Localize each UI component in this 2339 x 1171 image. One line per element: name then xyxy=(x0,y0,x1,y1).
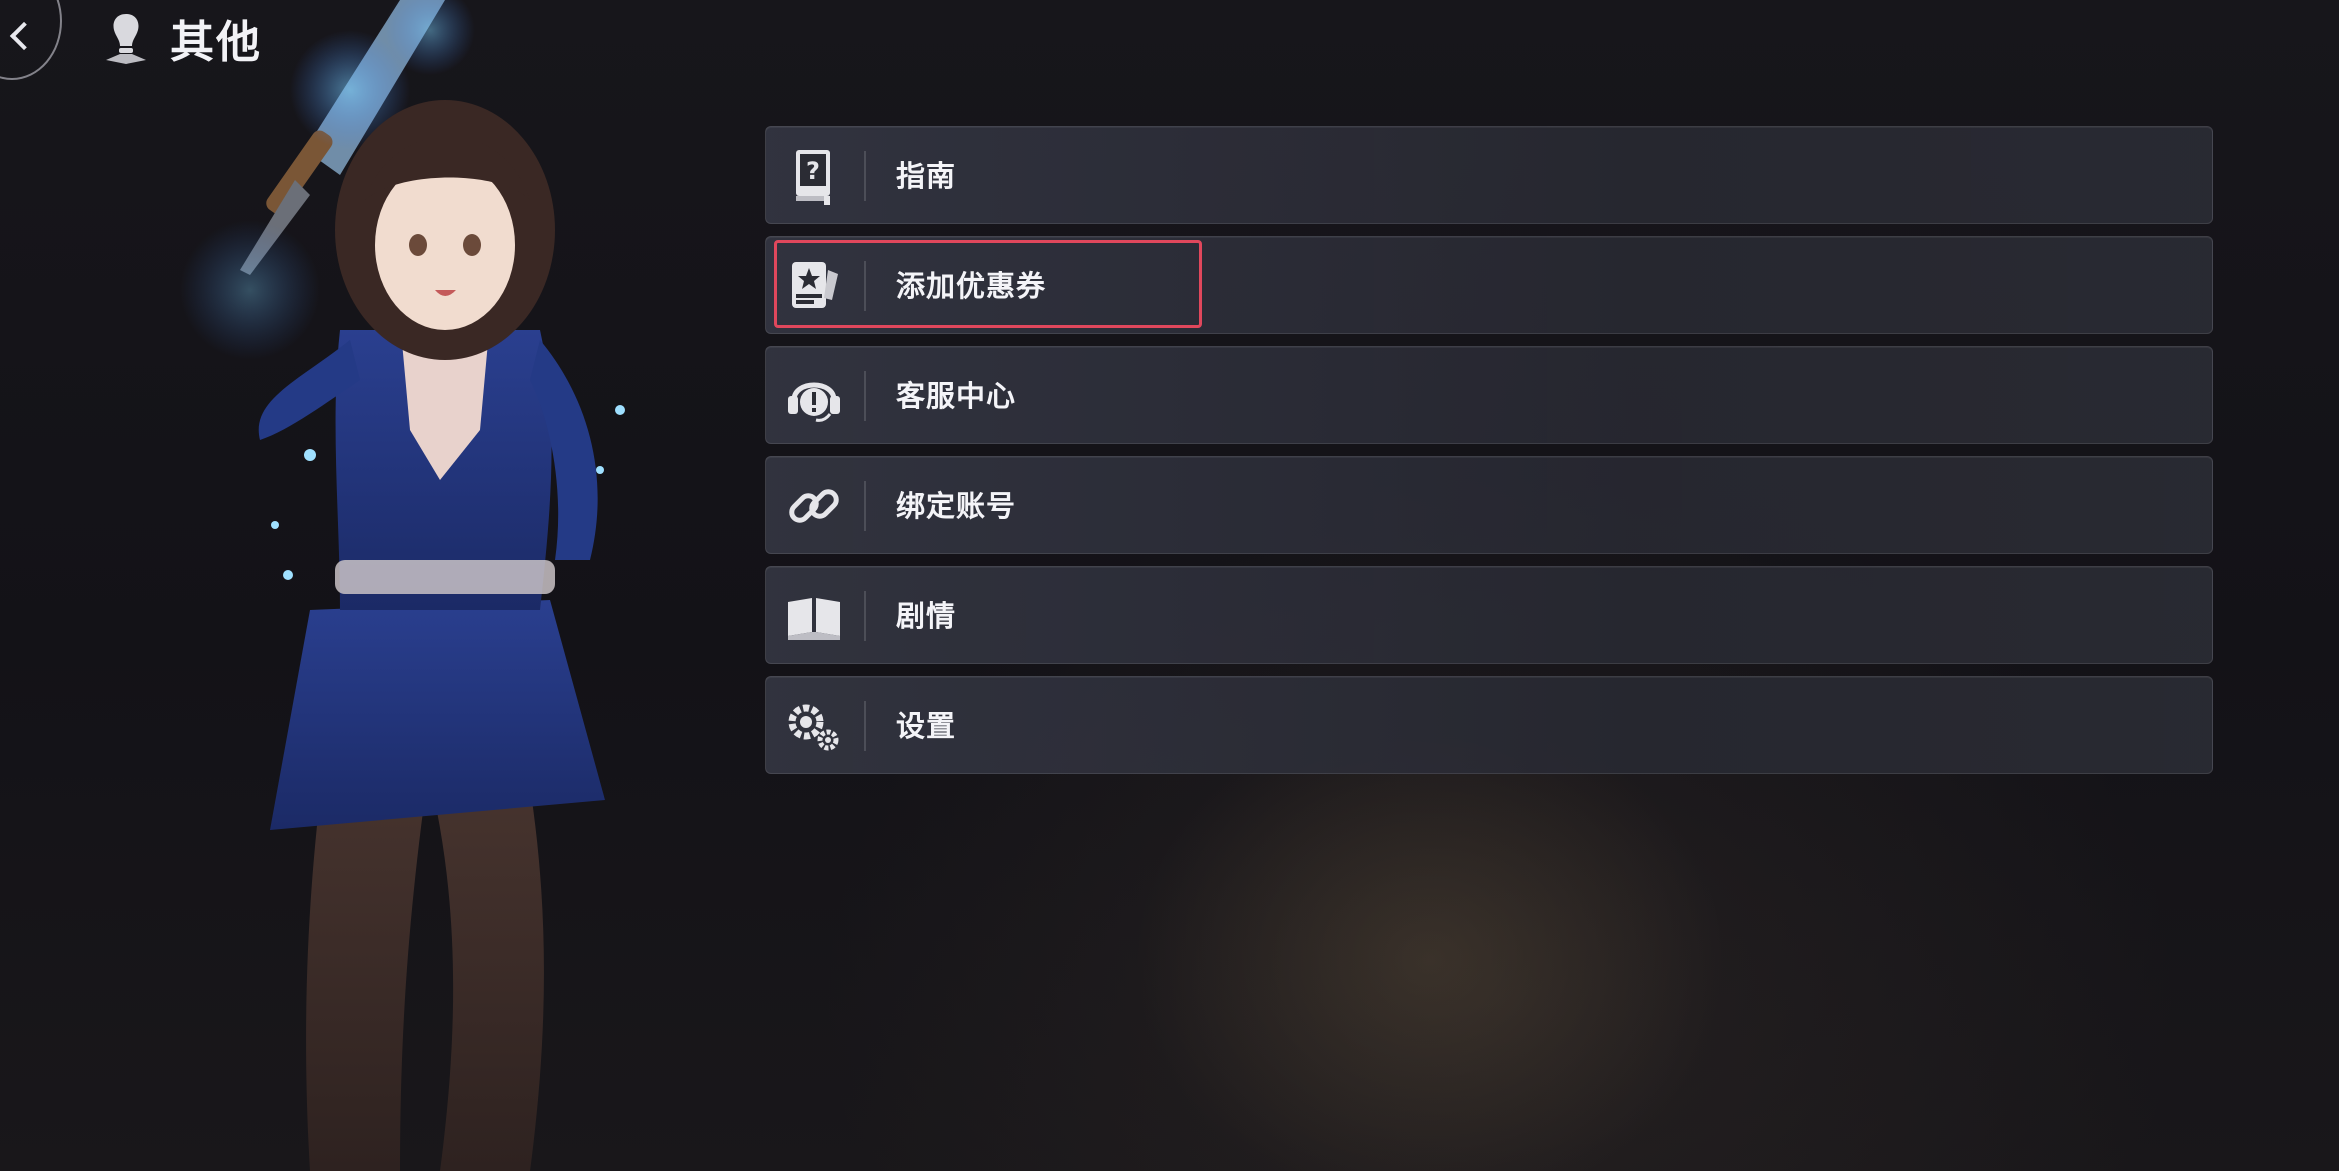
headset-icon xyxy=(788,382,840,422)
menu-item-label: 绑定账号 xyxy=(896,489,1017,523)
divider xyxy=(864,591,866,641)
menu-list: ? 指南 添加优惠券 客服中心 绑定账号 剧情 设置 xyxy=(765,126,2213,786)
divider xyxy=(864,481,866,531)
menu-item-label: 客服中心 xyxy=(896,379,1017,413)
menu-item-add-coupon[interactable]: 添加优惠券 xyxy=(765,236,2213,334)
menu-item-guide[interactable]: ? 指南 xyxy=(765,126,2213,224)
menu-item-label: 设置 xyxy=(896,709,957,743)
menu-item-story[interactable]: 剧情 xyxy=(765,566,2213,664)
menu-item-label: 添加优惠券 xyxy=(896,269,1047,303)
page-header: 其他 xyxy=(100,8,262,68)
svg-text:?: ? xyxy=(806,157,820,185)
chevron-left-icon xyxy=(9,21,39,51)
menu-item-customer-service[interactable]: 客服中心 xyxy=(765,346,2213,444)
open-book-icon xyxy=(788,598,840,640)
menu-item-bind-account[interactable]: 绑定账号 xyxy=(765,456,2213,554)
menu-item-settings[interactable]: 设置 xyxy=(765,676,2213,774)
page-title: 其他 xyxy=(170,17,262,68)
divider xyxy=(864,701,866,751)
divider xyxy=(864,371,866,421)
back-button[interactable] xyxy=(0,0,62,80)
menu-item-label: 指南 xyxy=(896,159,957,193)
coupon-icon xyxy=(792,262,838,308)
guide-book-icon: ? xyxy=(796,150,830,205)
menu-item-label: 剧情 xyxy=(896,599,957,633)
link-icon xyxy=(789,489,839,523)
character-illustration xyxy=(180,0,625,1171)
divider xyxy=(864,151,866,201)
game-screen: 其他 ? 指南 添加优惠券 客服中心 绑定账号 剧情 设置 xyxy=(0,0,2339,1171)
gears-icon xyxy=(788,704,839,751)
lightbulb-icon xyxy=(106,14,146,64)
divider xyxy=(864,261,866,311)
